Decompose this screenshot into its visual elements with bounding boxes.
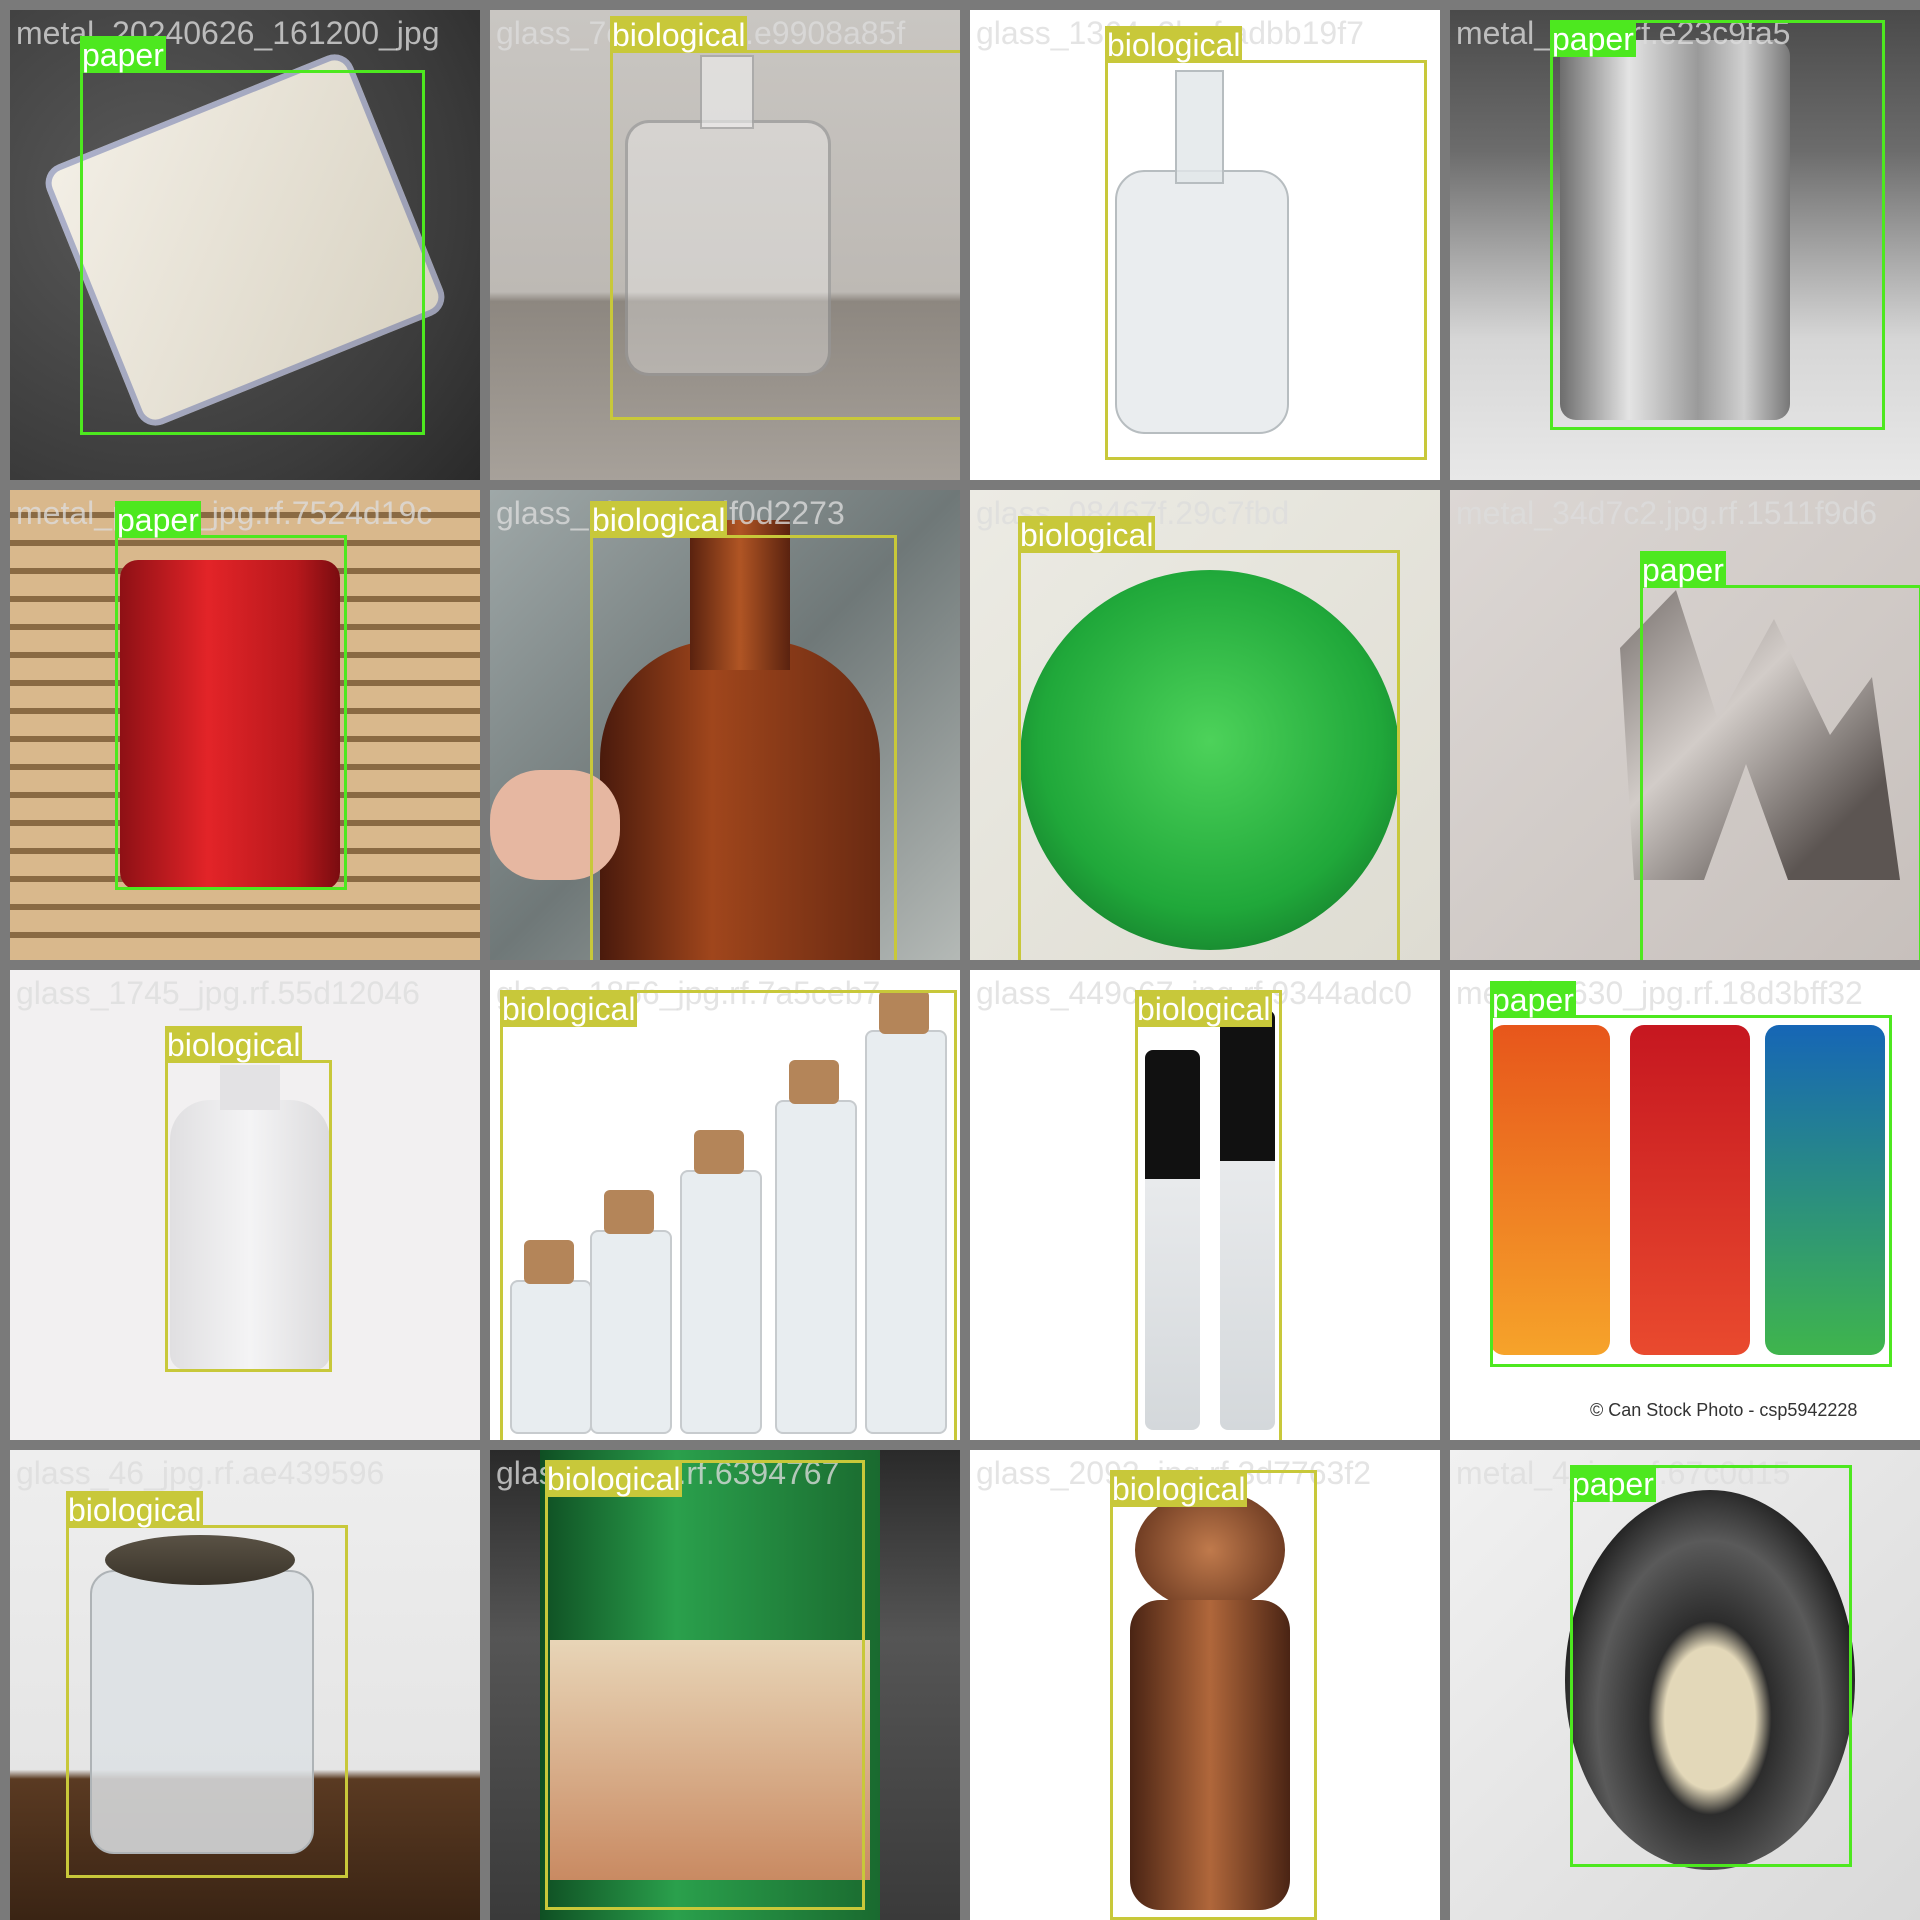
filename-label: glass_46_jpg.rf.ae439596	[16, 1455, 385, 1491]
bounding-box[interactable]: paper	[1550, 20, 1885, 430]
image-tile[interactable]: glass_2093_jpg.rf.3d7763f2biological	[970, 1450, 1440, 1920]
image-tile[interactable]: glass_449c67_jpg.rf.9344adc0biological	[970, 970, 1440, 1440]
class-label: biological	[610, 16, 748, 53]
class-label: biological	[1135, 990, 1273, 1027]
filename-label: metal_paper_jpg.rf.7524d19c	[16, 495, 433, 531]
image-tile[interactable]: metal_paper_jpg.rf.7524d19c paper	[10, 490, 480, 960]
class-label: paper	[80, 36, 166, 73]
class-label: paper	[1550, 20, 1636, 57]
image-tile[interactable]: metal_34d7c2.jpg.rf.1511f9d6paper	[1450, 490, 1920, 960]
detection-grid: metal_20240626_161200_jpgpaperglass_7c87…	[0, 0, 1920, 1920]
image-tile[interactable]: glass_46_jpg.rf.ae439596 biological	[10, 1450, 480, 1920]
image-tile[interactable]: glass_1856_jpg.rf.7a5ceb7 biological	[490, 970, 960, 1440]
image-tile[interactable]: metal_2630_jpg.rf.18d3bff32 paper © Can St…	[1450, 970, 1920, 1440]
bounding-box[interactable]: biological	[1135, 990, 1282, 1440]
image-tile[interactable]: glass_08467f.29c7fbd biological	[970, 490, 1440, 960]
bounding-box[interactable]: biological	[1105, 26, 1427, 460]
image-tile[interactable]: glass_bb62b.rf.6394767biological	[490, 1450, 960, 1920]
class-label: biological	[165, 1026, 303, 1063]
class-label: paper	[115, 501, 201, 538]
bounding-box[interactable]: biological	[610, 16, 960, 420]
filename-label: glass_1745_jpg.rf.55d12046	[16, 975, 420, 1011]
bounding-box[interactable]: biological	[165, 1026, 332, 1372]
bounding-box[interactable]: biological	[545, 1460, 865, 1910]
bounding-box[interactable]: biological	[66, 1491, 348, 1878]
image-tile[interactable]: glass_1745_jpg.rf.55d12046 biological	[10, 970, 480, 1440]
bounding-box[interactable]: biological	[500, 990, 957, 1440]
bounding-box[interactable]: paper	[1640, 551, 1920, 960]
bounding-box[interactable]: paper	[115, 501, 347, 890]
class-label: biological	[1110, 1470, 1248, 1507]
image-tile[interactable]: metal_20240626_161200_jpg paper	[10, 10, 480, 480]
image-tile[interactable]: metal_1.jpg.rf.e23c9fa5paper	[1450, 10, 1920, 480]
filename-label: metal_34d7c2.jpg.rf.1511f9d6	[1456, 495, 1878, 531]
bounding-box[interactable]: paper	[80, 36, 425, 435]
image-tile[interactable]: glass_1364_3b.rf.adbb19f7biological	[970, 10, 1440, 480]
class-label: paper	[1570, 1465, 1656, 1502]
bounding-box[interactable]: biological	[1110, 1470, 1317, 1920]
class-label: paper	[1640, 551, 1726, 588]
class-label: biological	[545, 1460, 683, 1497]
class-label: biological	[1105, 26, 1243, 63]
class-label: biological	[500, 990, 638, 1027]
bounding-box[interactable]: paper	[1570, 1465, 1852, 1867]
bounding-box[interactable]: biological	[1018, 516, 1400, 960]
watermark-text: © Can Stock Photo - csp5942228	[1590, 1400, 1858, 1420]
image-tile[interactable]: glass_7c87e21c6.e9908a85fbiological	[490, 10, 960, 480]
class-label: biological	[1018, 516, 1156, 553]
bounding-box[interactable]: paper	[1490, 981, 1892, 1367]
class-label: paper	[1490, 981, 1576, 1018]
image-tile[interactable]: metal_4_jpg.rf.67c0d15paper	[1450, 1450, 1920, 1920]
bounding-box[interactable]: biological	[590, 501, 897, 960]
class-label: biological	[66, 1491, 204, 1528]
image-tile[interactable]: glass_9b37a6cdf0d2273biological	[490, 490, 960, 960]
class-label: biological	[590, 501, 728, 538]
